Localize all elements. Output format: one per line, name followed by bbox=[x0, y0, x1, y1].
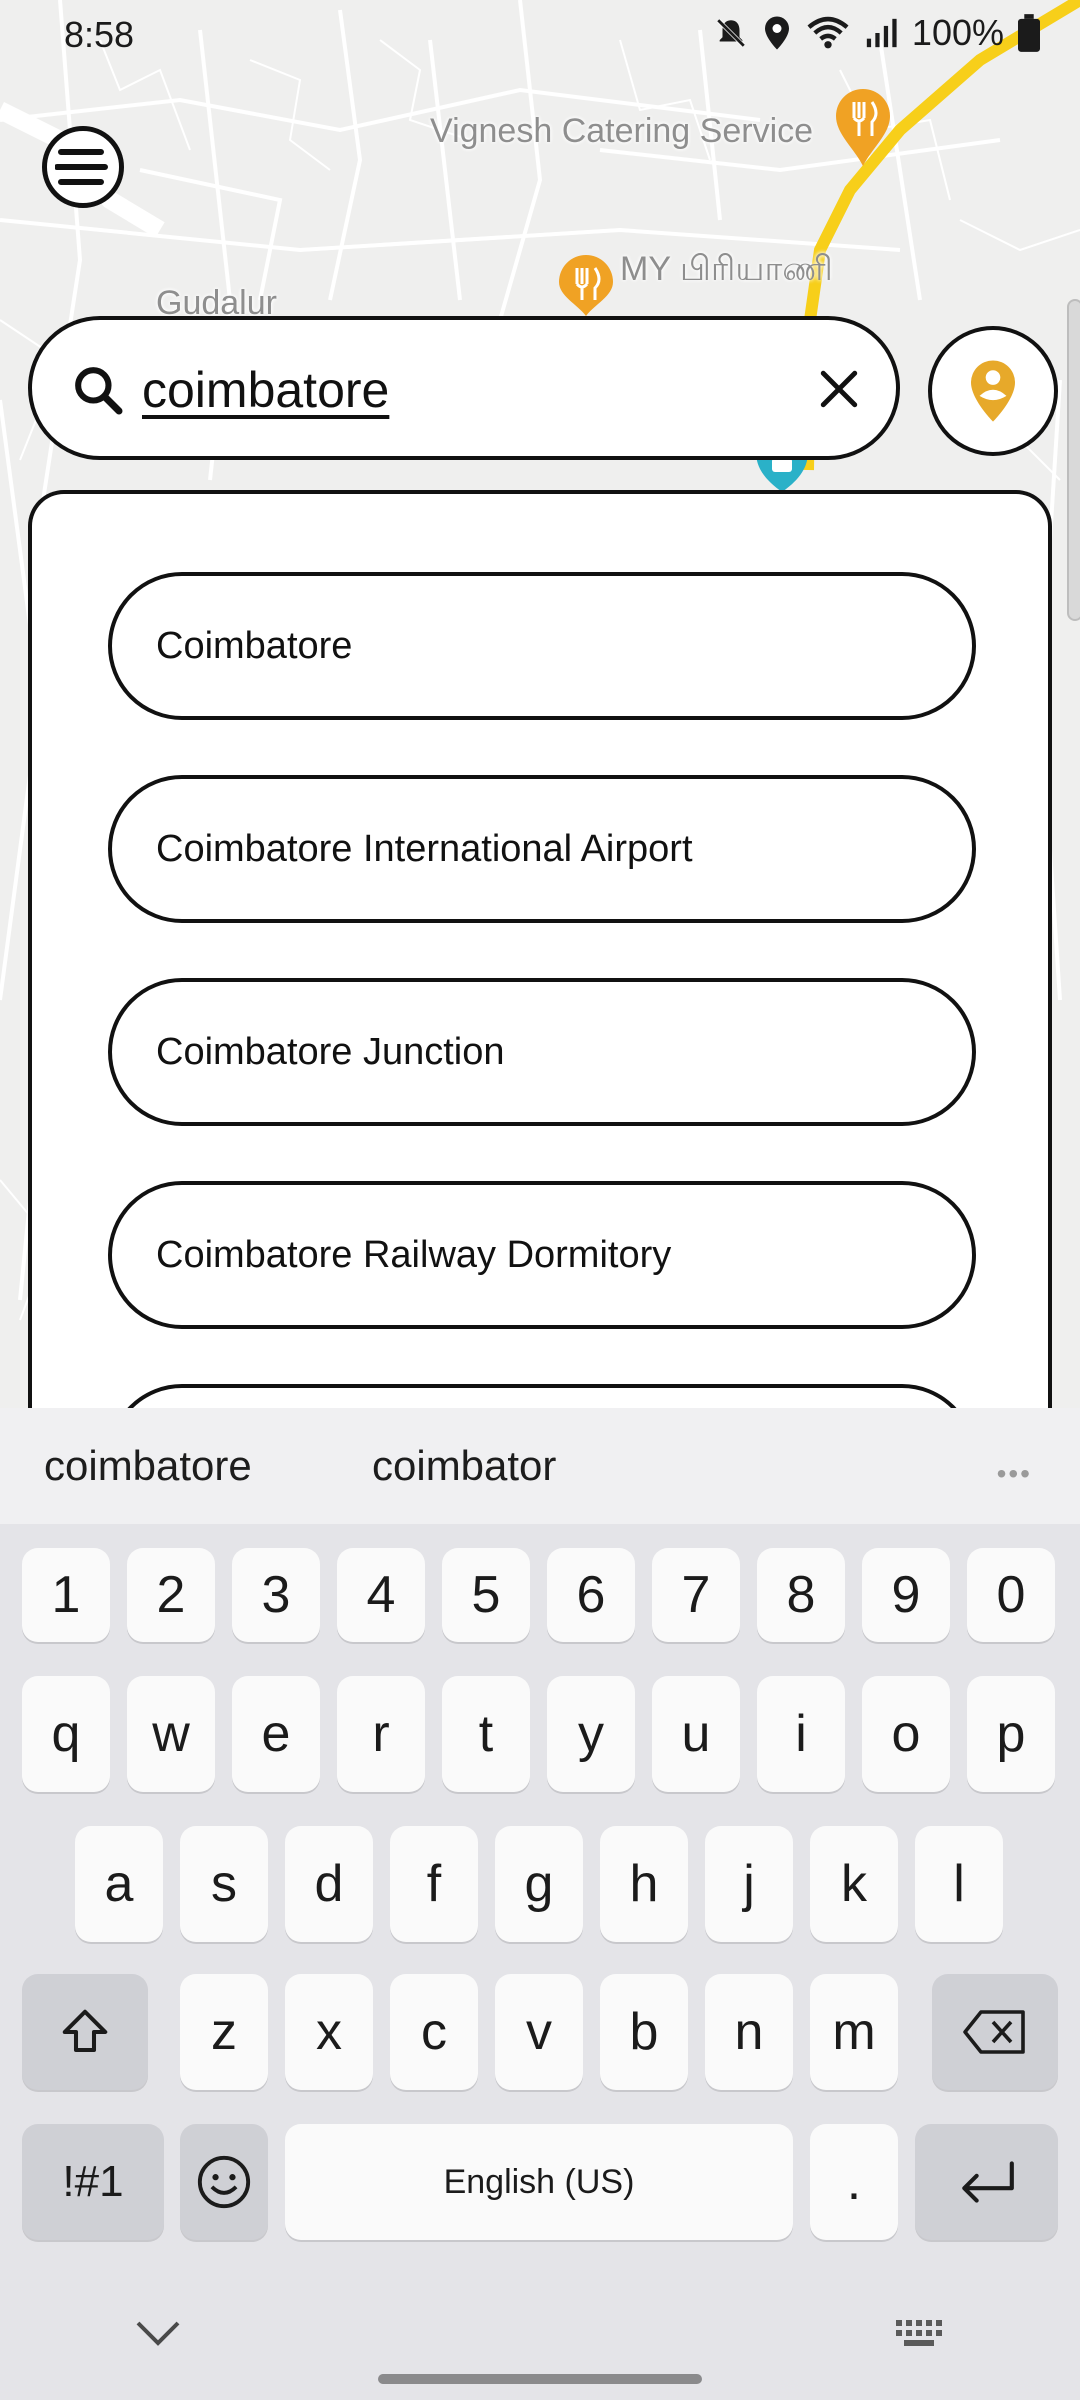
suggestion-item[interactable]: Coimbatore Junction bbox=[108, 978, 976, 1126]
person-pin-icon bbox=[971, 360, 1015, 422]
more-horizontal-icon[interactable]: ••• bbox=[997, 1458, 1032, 1490]
key-1[interactable]: 1 bbox=[22, 1548, 110, 1642]
search-input[interactable] bbox=[142, 350, 762, 430]
key-m[interactable]: m bbox=[810, 1974, 898, 2090]
key-v[interactable]: v bbox=[495, 1974, 583, 2090]
key-i[interactable]: i bbox=[757, 1676, 845, 1792]
key-8[interactable]: 8 bbox=[757, 1548, 845, 1642]
mute-icon bbox=[716, 18, 746, 48]
keyboard: coimbatore coimbator ••• 1 2 3 4 5 6 7 8… bbox=[0, 1408, 1080, 2400]
wifi-icon bbox=[807, 16, 849, 49]
key-5[interactable]: 5 bbox=[442, 1548, 530, 1642]
key-j[interactable]: j bbox=[705, 1826, 793, 1942]
map-label-vignesh: Vignesh Catering Service bbox=[430, 112, 814, 150]
key-b[interactable]: b bbox=[600, 1974, 688, 2090]
key-e[interactable]: e bbox=[232, 1676, 320, 1792]
restaurant-pin-icon[interactable] bbox=[557, 254, 615, 316]
shift-icon bbox=[62, 2009, 108, 2053]
key-a[interactable]: a bbox=[75, 1826, 163, 1942]
key-p[interactable]: p bbox=[967, 1676, 1055, 1792]
suggestion-item[interactable]: Coimbatore International Airport bbox=[108, 775, 976, 923]
key-k[interactable]: k bbox=[810, 1826, 898, 1942]
prediction-item[interactable]: coimbatore bbox=[44, 1442, 252, 1490]
backspace-icon bbox=[963, 2010, 1025, 2054]
key-z[interactable]: z bbox=[180, 1974, 268, 2090]
key-0[interactable]: 0 bbox=[967, 1548, 1055, 1642]
key-x[interactable]: x bbox=[285, 1974, 373, 2090]
backspace-key[interactable] bbox=[932, 1974, 1058, 2090]
emoji-key[interactable] bbox=[180, 2124, 268, 2240]
menu-icon bbox=[55, 149, 108, 185]
signal-icon bbox=[866, 18, 897, 48]
prediction-item[interactable]: coimbator bbox=[372, 1442, 556, 1490]
key-l[interactable]: l bbox=[915, 1826, 1003, 1942]
key-q[interactable]: q bbox=[22, 1676, 110, 1792]
clear-search-button[interactable] bbox=[810, 360, 868, 418]
key-g[interactable]: g bbox=[495, 1826, 583, 1942]
home-indicator[interactable] bbox=[378, 2374, 702, 2384]
space-key[interactable]: English (US) bbox=[285, 2124, 793, 2240]
status-time: 8:58 bbox=[64, 14, 135, 55]
chevron-down-icon[interactable] bbox=[134, 2318, 182, 2348]
key-9[interactable]: 9 bbox=[862, 1548, 950, 1642]
key-o[interactable]: o bbox=[862, 1676, 950, 1792]
key-d[interactable]: d bbox=[285, 1826, 373, 1942]
suggestion-item[interactable]: Coimbatore Railway Dormitory bbox=[108, 1181, 976, 1329]
restaurant-pin-icon[interactable] bbox=[834, 88, 892, 168]
key-t[interactable]: t bbox=[442, 1676, 530, 1792]
map-label-biryani: MY பிரியாணி bbox=[620, 250, 833, 288]
enter-key[interactable] bbox=[915, 2124, 1058, 2240]
close-icon bbox=[820, 370, 858, 408]
symbols-key[interactable]: !#1 bbox=[22, 2124, 164, 2240]
key-w[interactable]: w bbox=[127, 1676, 215, 1792]
key-n[interactable]: n bbox=[705, 1974, 793, 2090]
location-icon bbox=[764, 16, 789, 50]
key-y[interactable]: y bbox=[547, 1676, 635, 1792]
prediction-bar: coimbatore coimbator ••• bbox=[0, 1408, 1080, 1524]
key-3[interactable]: 3 bbox=[232, 1548, 320, 1642]
search-bar[interactable] bbox=[28, 316, 900, 460]
key-h[interactable]: h bbox=[600, 1826, 688, 1942]
period-key[interactable]: . bbox=[810, 2124, 898, 2240]
key-u[interactable]: u bbox=[652, 1676, 740, 1792]
status-bar: 8:58 100% bbox=[0, 0, 1080, 76]
suggestion-item[interactable]: Coimbatore bbox=[108, 572, 976, 720]
key-6[interactable]: 6 bbox=[547, 1548, 635, 1642]
search-icon bbox=[75, 367, 123, 415]
menu-button[interactable] bbox=[42, 126, 124, 208]
emoji-icon bbox=[197, 2155, 251, 2209]
key-7[interactable]: 7 bbox=[652, 1548, 740, 1642]
key-s[interactable]: s bbox=[180, 1826, 268, 1942]
key-r[interactable]: r bbox=[337, 1676, 425, 1792]
key-c[interactable]: c bbox=[390, 1974, 478, 2090]
battery-percent: 100% bbox=[911, 12, 1004, 53]
key-2[interactable]: 2 bbox=[127, 1548, 215, 1642]
suggestions-panel: Coimbatore Coimbatore International Airp… bbox=[28, 490, 1052, 1450]
enter-icon bbox=[961, 2161, 1014, 2203]
shift-key[interactable] bbox=[22, 1974, 148, 2090]
my-location-button[interactable] bbox=[928, 326, 1058, 456]
keyboard-icon[interactable] bbox=[894, 2318, 946, 2350]
key-f[interactable]: f bbox=[390, 1826, 478, 1942]
battery-icon bbox=[1018, 14, 1040, 52]
key-4[interactable]: 4 bbox=[337, 1548, 425, 1642]
